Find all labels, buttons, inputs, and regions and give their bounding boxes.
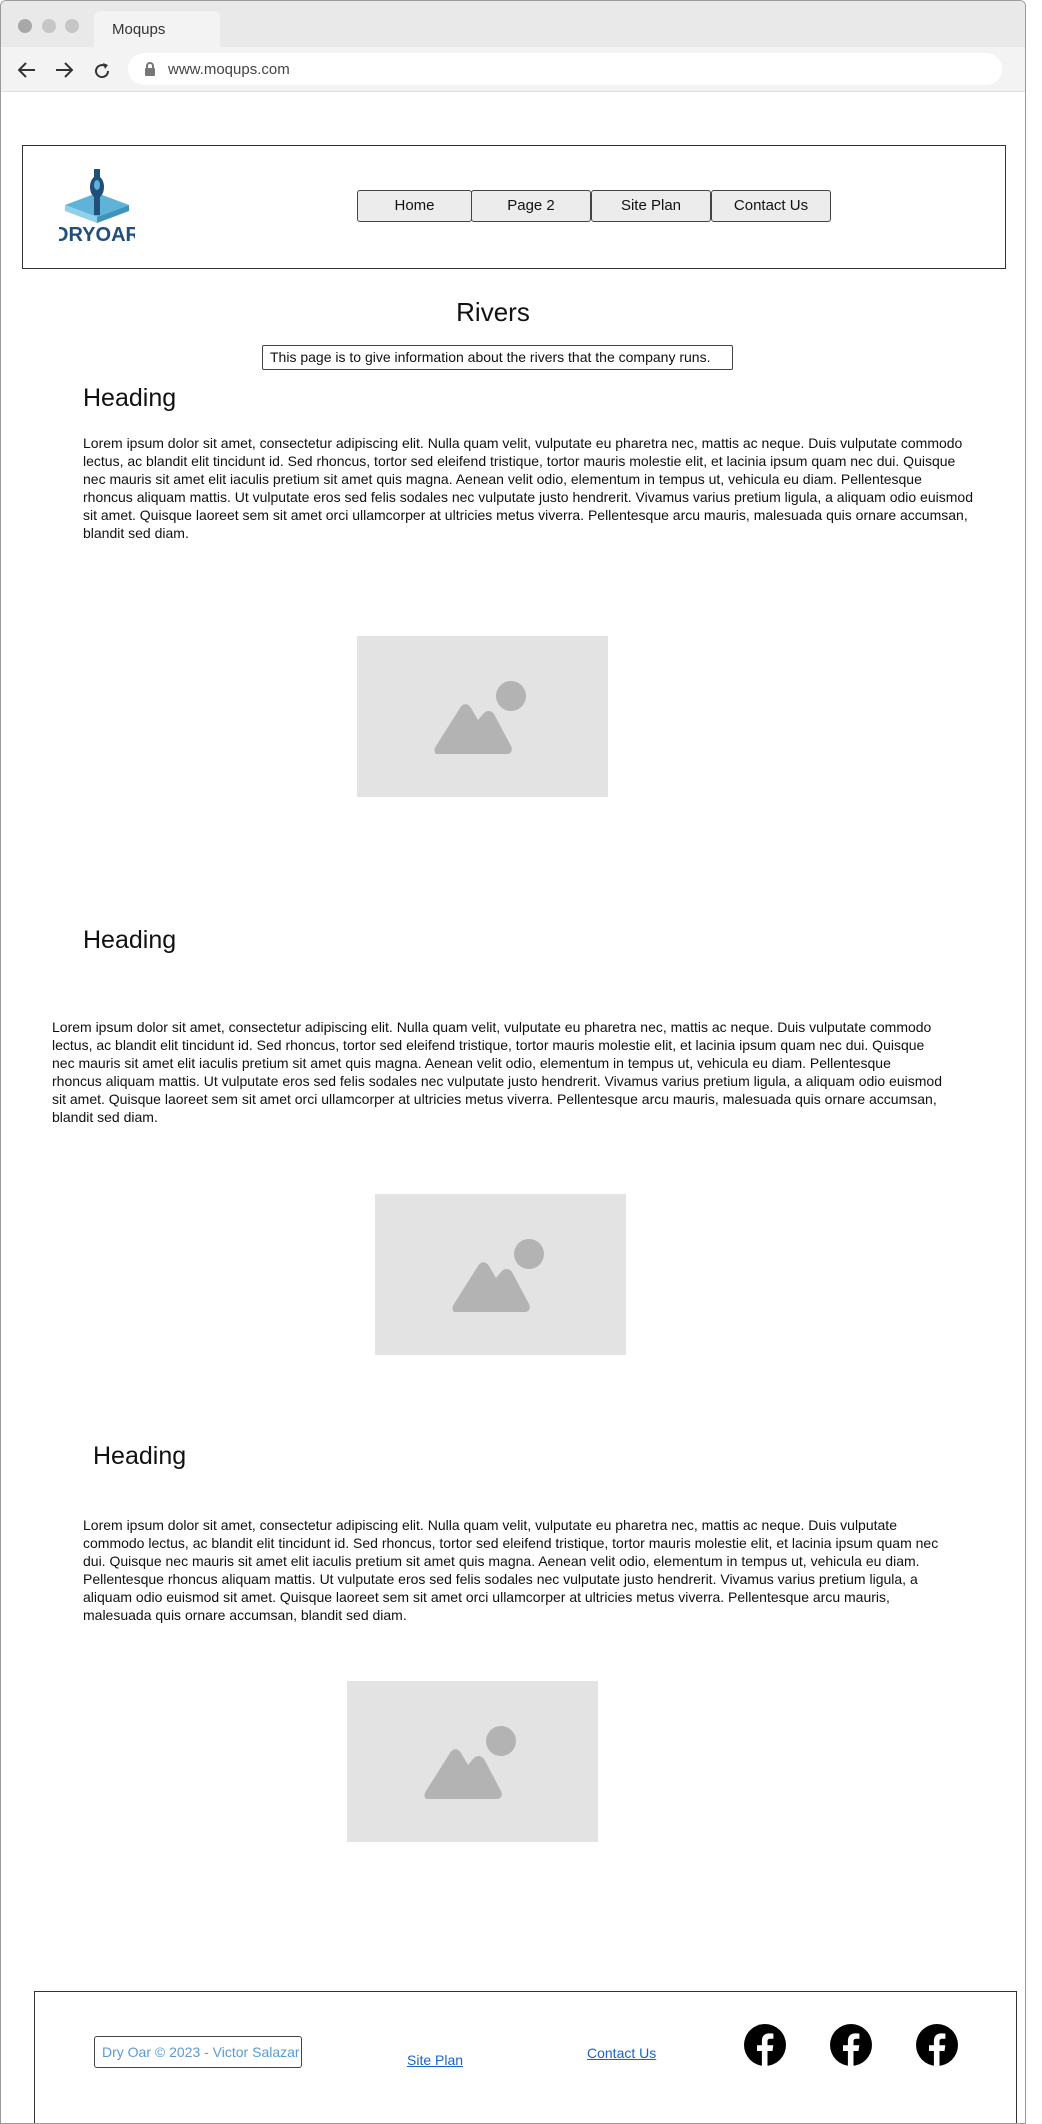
nav-home-button[interactable]: Home (357, 190, 472, 222)
dryoar-logo[interactable]: DRYOAR (59, 165, 135, 247)
close-window-dot[interactable] (18, 19, 32, 33)
section-2-image (375, 1194, 626, 1355)
section-3-image (347, 1681, 598, 1842)
nav-contact-button[interactable]: Contact Us (711, 190, 831, 222)
section-1-text: Lorem ipsum dolor sit amet, consectetur … (83, 435, 973, 541)
lock-icon (145, 62, 155, 76)
address-bar-row: www.moqups.com (1, 47, 1025, 92)
intro-text-box: This page is to give information about t… (262, 345, 733, 370)
image-placeholder-icon (434, 681, 526, 754)
tab-bar: Moqups (1, 1, 1025, 47)
url-field[interactable]: www.moqups.com (128, 53, 1002, 85)
back-button[interactable] (12, 55, 42, 85)
browser-tab[interactable]: Moqups (94, 11, 220, 47)
section-2-text: Lorem ipsum dolor sit amet, consectetur … (52, 1019, 942, 1125)
footer-contact-link[interactable]: Contact Us (587, 2045, 656, 2061)
nav-page2-button[interactable]: Page 2 (471, 190, 591, 222)
forward-button[interactable] (49, 55, 79, 85)
section-3-heading: Heading (93, 1442, 187, 1470)
section-1-image (357, 636, 608, 797)
url-text: www.moqups.com (168, 61, 290, 78)
site-header: DRYOAR Home Page 2 Site Plan Contact Us (22, 145, 1006, 269)
copyright-text: Dry Oar © 2023 - Victor Salazar (94, 2036, 302, 2068)
arrow-right-icon (56, 62, 73, 78)
logo-wordmark: DRYOAR (59, 224, 135, 246)
vertical-scrollbar[interactable] (1025, 102, 1026, 1585)
facebook-icon[interactable] (829, 2023, 873, 2067)
section-1-heading: Heading (83, 384, 177, 412)
section-3-text: Lorem ipsum dolor sit amet, consectetur … (83, 1517, 939, 1623)
reload-icon (95, 63, 110, 79)
arrow-left-icon (18, 62, 35, 78)
nav-site-plan-button[interactable]: Site Plan (591, 190, 711, 222)
section-2-heading: Heading (83, 926, 177, 954)
image-placeholder-icon (452, 1239, 544, 1312)
browser-tab-title: Moqups (112, 21, 166, 38)
facebook-icon[interactable] (743, 2023, 787, 2067)
minimize-window-dot[interactable] (42, 19, 56, 33)
maximize-window-dot[interactable] (65, 19, 79, 33)
facebook-icon[interactable] (915, 2023, 959, 2067)
reload-button[interactable] (87, 55, 117, 85)
image-placeholder-icon (424, 1726, 516, 1799)
browser-window: Moqups www.moqups.com DRYOAR (0, 0, 1026, 2124)
site-footer: Dry Oar © 2023 - Victor Salazar Site Pla… (34, 1991, 1017, 2123)
footer-site-plan-link[interactable]: Site Plan (407, 2052, 463, 2068)
page-title: Rivers (456, 297, 530, 327)
